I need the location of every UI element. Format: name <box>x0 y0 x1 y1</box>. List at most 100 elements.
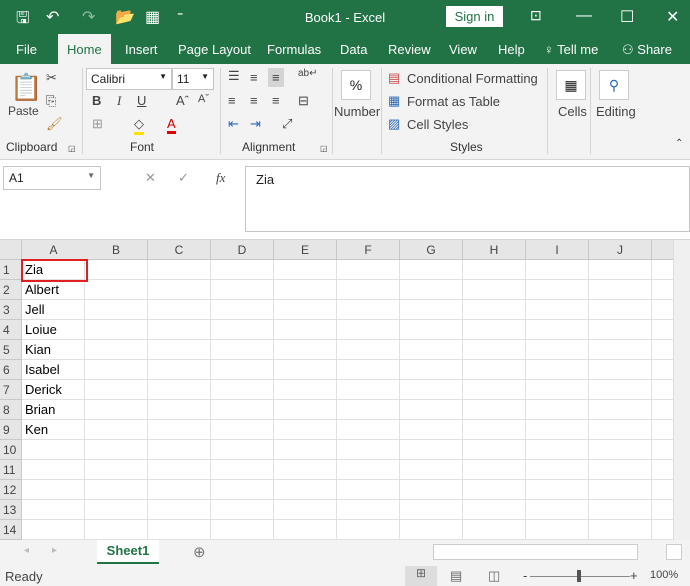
cell-C6[interactable] <box>148 360 211 380</box>
cell-K3[interactable] <box>652 300 673 320</box>
row-header[interactable]: 9 <box>0 420 22 440</box>
borders-icon[interactable]: ⊞ <box>92 116 103 132</box>
copy-icon[interactable]: ⎘ <box>46 93 56 109</box>
cell-J5[interactable] <box>589 340 652 360</box>
tab-help[interactable]: Help <box>498 42 525 57</box>
cell-K6[interactable] <box>652 360 673 380</box>
cell-K11[interactable] <box>652 460 673 480</box>
decrease-indent-icon[interactable]: ⇤ <box>228 116 239 132</box>
cell-D5[interactable] <box>211 340 274 360</box>
cell-K13[interactable] <box>652 500 673 520</box>
cell-A12[interactable] <box>22 480 85 500</box>
column-header[interactable]: I <box>526 240 589 260</box>
cell-J10[interactable] <box>589 440 652 460</box>
cell-styles-button[interactable]: Cell Styles <box>407 117 468 132</box>
cell-D6[interactable] <box>211 360 274 380</box>
cell-G3[interactable] <box>400 300 463 320</box>
cell-I7[interactable] <box>526 380 589 400</box>
column-header[interactable]: H <box>463 240 526 260</box>
cell-B2[interactable] <box>85 280 148 300</box>
customize-toolbar-icon[interactable]: ⁼ <box>177 9 183 23</box>
column-header[interactable]: D <box>211 240 274 260</box>
cell-K5[interactable] <box>652 340 673 360</box>
cell-D1[interactable] <box>211 260 274 280</box>
cell-J4[interactable] <box>589 320 652 340</box>
cut-icon[interactable]: ✂ <box>46 70 57 86</box>
normal-view-icon[interactable]: ⊞ <box>405 566 437 586</box>
cell-F3[interactable] <box>337 300 400 320</box>
cell-C7[interactable] <box>148 380 211 400</box>
horizontal-scrollbar[interactable] <box>433 544 638 560</box>
zoom-in-button[interactable]: + <box>630 568 638 583</box>
cell-H4[interactable] <box>463 320 526 340</box>
minimize-button[interactable]: — <box>576 7 592 25</box>
cell-E1[interactable] <box>274 260 337 280</box>
cells-button[interactable]: Cells <box>558 104 587 119</box>
cell-G11[interactable] <box>400 460 463 480</box>
open-folder-icon[interactable]: 📂 <box>115 7 135 27</box>
cell-I8[interactable] <box>526 400 589 420</box>
cell-B7[interactable] <box>85 380 148 400</box>
name-box[interactable]: A1 ▼ <box>3 166 101 190</box>
cell-F4[interactable] <box>337 320 400 340</box>
cell-E10[interactable] <box>274 440 337 460</box>
cell-D4[interactable] <box>211 320 274 340</box>
cell-E9[interactable] <box>274 420 337 440</box>
cell-I10[interactable] <box>526 440 589 460</box>
font-size-dropdown[interactable]: 11 ▼ <box>172 68 214 90</box>
cell-I13[interactable] <box>526 500 589 520</box>
cell-C5[interactable] <box>148 340 211 360</box>
cell-G1[interactable] <box>400 260 463 280</box>
cell-F13[interactable] <box>337 500 400 520</box>
cell-C12[interactable] <box>148 480 211 500</box>
cell-D3[interactable] <box>211 300 274 320</box>
increase-font-icon[interactable]: Aˆ <box>176 93 189 108</box>
cell-F12[interactable] <box>337 480 400 500</box>
column-header[interactable]: E <box>274 240 337 260</box>
cell-B5[interactable] <box>85 340 148 360</box>
cell-H2[interactable] <box>463 280 526 300</box>
align-center-icon[interactable]: ≡ <box>250 93 258 108</box>
cell-B14[interactable] <box>85 520 148 540</box>
cell-H7[interactable] <box>463 380 526 400</box>
cell-A8[interactable]: Brian <box>22 400 85 420</box>
cell-C3[interactable] <box>148 300 211 320</box>
column-header[interactable]: J <box>589 240 652 260</box>
cell-A10[interactable] <box>22 440 85 460</box>
paste-icon[interactable]: 📋 <box>10 72 42 103</box>
cell-J7[interactable] <box>589 380 652 400</box>
cell-D7[interactable] <box>211 380 274 400</box>
cell-J3[interactable] <box>589 300 652 320</box>
column-header[interactable]: C <box>148 240 211 260</box>
row-header[interactable]: 4 <box>0 320 22 340</box>
row-header[interactable]: 2 <box>0 280 22 300</box>
row-header[interactable]: 7 <box>0 380 22 400</box>
vertical-scrollbar[interactable] <box>673 240 690 540</box>
ribbon-display-icon[interactable]: ⊡ <box>530 7 542 24</box>
share-button[interactable]: ⚇ Share <box>622 42 672 58</box>
cell-D12[interactable] <box>211 480 274 500</box>
cell-A7[interactable]: Derick <box>22 380 85 400</box>
cell-E4[interactable] <box>274 320 337 340</box>
select-all-corner[interactable] <box>0 240 22 260</box>
sign-in-button[interactable]: Sign in <box>446 6 503 27</box>
cell-J8[interactable] <box>589 400 652 420</box>
maximize-button[interactable]: ☐ <box>620 7 634 27</box>
tab-view[interactable]: View <box>449 42 477 57</box>
touch-mode-icon[interactable]: ▦ <box>145 7 160 27</box>
row-header[interactable]: 5 <box>0 340 22 360</box>
cell-D14[interactable] <box>211 520 274 540</box>
cell-D13[interactable] <box>211 500 274 520</box>
cell-J2[interactable] <box>589 280 652 300</box>
cell-J12[interactable] <box>589 480 652 500</box>
page-break-view-icon[interactable]: ◫ <box>488 568 500 584</box>
tell-me[interactable]: ♀ Tell me <box>544 42 598 57</box>
cell-E13[interactable] <box>274 500 337 520</box>
column-header[interactable]: G <box>400 240 463 260</box>
conditional-formatting-button[interactable]: Conditional Formatting <box>407 71 538 86</box>
cell-K8[interactable] <box>652 400 673 420</box>
row-header[interactable]: 8 <box>0 400 22 420</box>
cell-B13[interactable] <box>85 500 148 520</box>
cell-F9[interactable] <box>337 420 400 440</box>
column-header[interactable]: F <box>337 240 400 260</box>
